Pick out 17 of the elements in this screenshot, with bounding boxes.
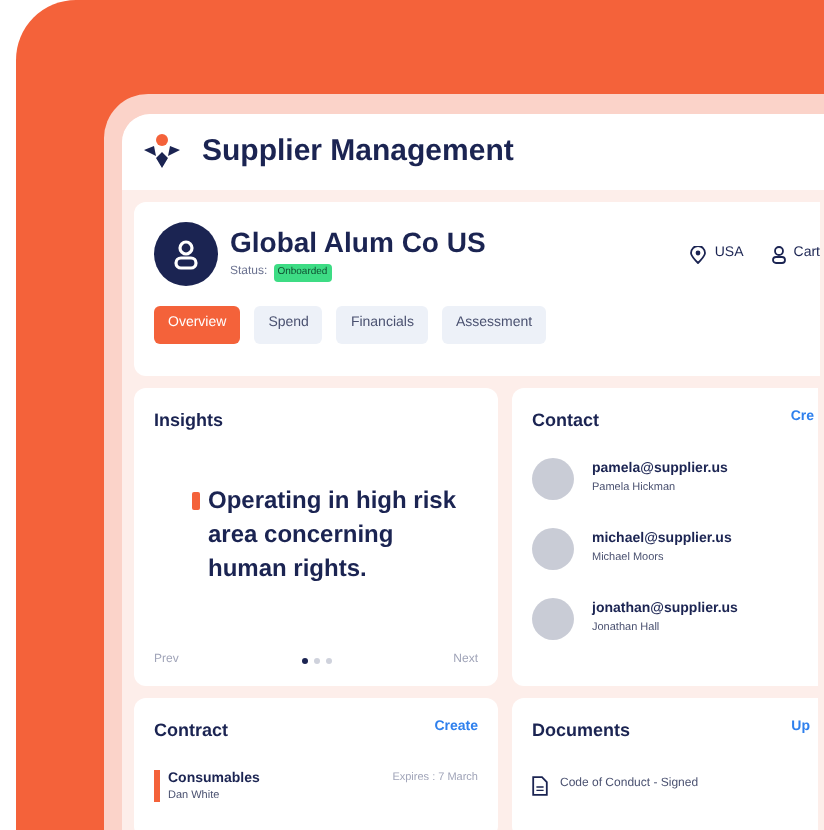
avatar-placeholder [532, 527, 574, 569]
person-icon [172, 238, 200, 270]
app-title: Supplier Management [202, 131, 514, 172]
avatar-placeholder [532, 457, 574, 499]
avatar-placeholder [532, 597, 574, 639]
card-title: Documents [532, 718, 631, 744]
location-pin-icon [690, 245, 707, 263]
document-icon [532, 775, 548, 795]
person-icon [771, 245, 786, 263]
insight-text: Operating in high risk area concerning human rights. [208, 483, 459, 585]
supplier-name: Global Alum Co US [230, 226, 486, 261]
accent-bar [192, 491, 200, 509]
card-title: Contract [154, 718, 229, 744]
logo-icon [142, 134, 182, 170]
accent-bar [154, 769, 160, 801]
card-title: Contact [532, 408, 599, 434]
card-title: Insights [154, 408, 226, 434]
